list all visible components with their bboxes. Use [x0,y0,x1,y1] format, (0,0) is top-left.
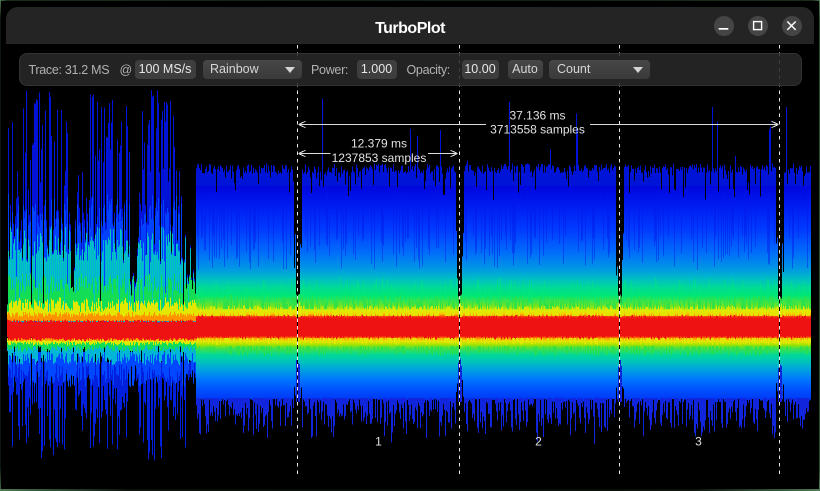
svg-text:12.379 ms: 12.379 ms [351,137,407,151]
svg-text:3: 3 [695,435,702,449]
svg-text:1237853 samples: 1237853 samples [332,151,427,165]
svg-text:1: 1 [375,435,382,449]
svg-text:37.136 ms: 37.136 ms [509,109,565,123]
svg-text:3713558 samples: 3713558 samples [490,123,585,137]
svg-text:2: 2 [535,435,542,449]
